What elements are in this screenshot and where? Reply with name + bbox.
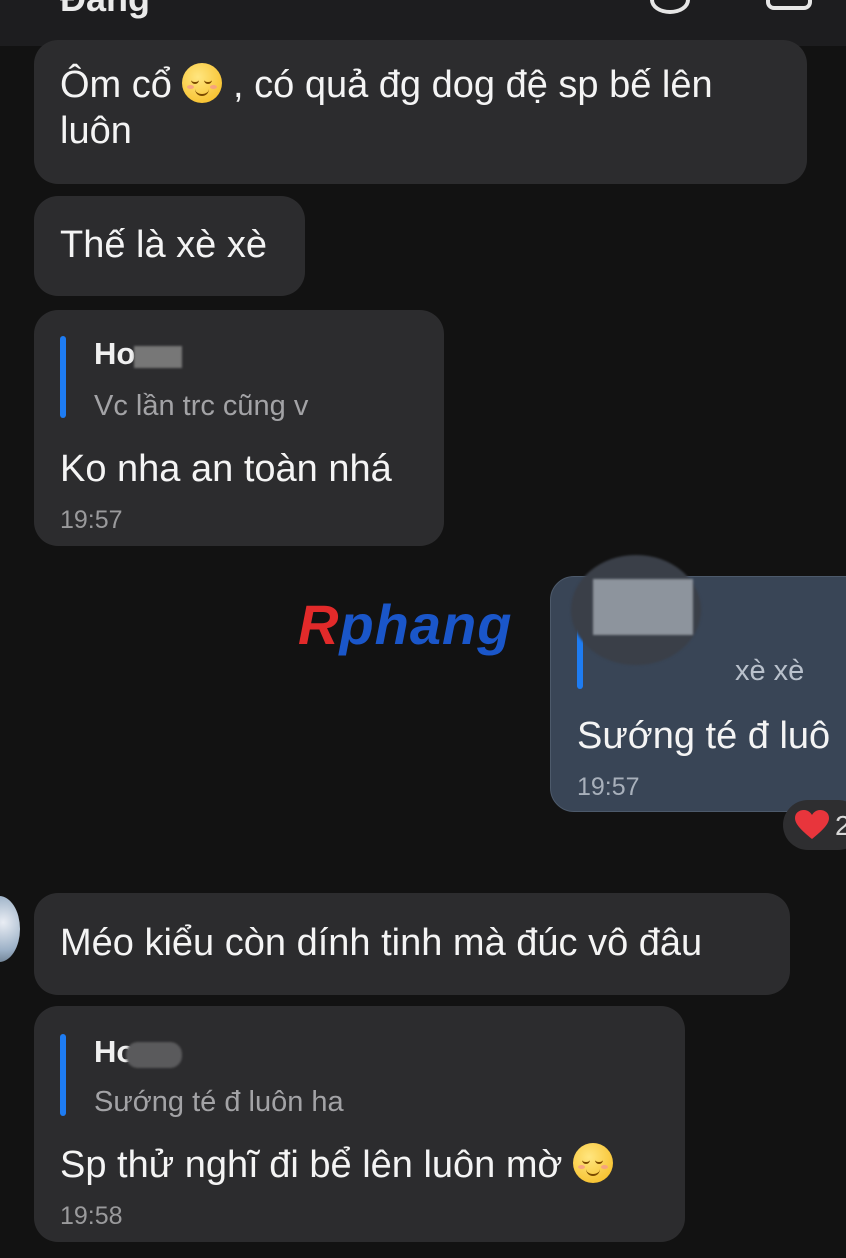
message-text-part: Sp thử nghĩ đi bể lên luôn mờ <box>60 1144 563 1186</box>
phone-icon[interactable] <box>650 0 690 14</box>
message-bubble-incoming[interactable]: Ôm cổ , có quả đg dog đệ sp bế lên luôn <box>34 40 807 184</box>
message-time: 19:58 <box>60 1202 123 1230</box>
message-text: Sp thử nghĩ đi bể lên luôn mờ <box>60 1142 614 1188</box>
avatar[interactable] <box>0 896 20 962</box>
reaction-count: 2 <box>835 810 846 841</box>
message-text: Méo kiểu còn dính tinh mà đúc vô đâu <box>60 922 703 964</box>
quote-text: Sướng té đ luôn ha <box>94 1086 344 1118</box>
quote-text: xè xè <box>735 655 805 687</box>
message-bubble-incoming[interactable]: Ho Sướng té đ luôn ha Sp thử nghĩ đi bể … <box>34 1006 685 1242</box>
message-bubble-incoming[interactable]: Ho Vc lần trc cũng v Ko nha an toàn nhá … <box>34 310 444 546</box>
message-text: Ôm cổ , có quả đg dog đệ sp bế lên luôn <box>60 62 790 154</box>
blurred-name <box>134 346 182 368</box>
message-text: Sướng té đ luô <box>577 715 831 757</box>
message-bubble-incoming[interactable]: Thế là xè xè <box>34 196 305 296</box>
watermark-rest: phang <box>339 593 513 656</box>
watermark-first-letter: R <box>298 593 340 656</box>
video-call-icon[interactable] <box>766 0 812 10</box>
reply-quote[interactable]: Ho Vc lần trc cũng v <box>60 336 420 422</box>
reaction-chip[interactable]: 2 <box>783 800 846 850</box>
message-text: Thế là xè xè <box>60 224 267 266</box>
quote-sender: Ho <box>94 336 136 371</box>
message-time: 19:57 <box>577 773 640 801</box>
quote-bar <box>60 1034 66 1116</box>
watermark-logo: Rphang <box>298 592 512 657</box>
message-bubble-outgoing[interactable]: xè xè Sướng té đ luô 19:57 <box>550 555 846 812</box>
message-time: 19:57 <box>60 506 123 534</box>
reply-quote[interactable]: Ho Sướng té đ luôn ha <box>60 1034 620 1118</box>
smiling-face-icon <box>182 63 223 103</box>
quote-text: Vc lần trc cũng v <box>94 390 309 422</box>
message-text: Ko nha an toàn nhá <box>60 448 392 490</box>
contact-name[interactable]: Đăng <box>60 0 150 20</box>
quote-bar <box>60 336 66 418</box>
blurred-name <box>126 1042 182 1068</box>
message-bubble-incoming[interactable]: Méo kiểu còn dính tinh mà đúc vô đâu <box>34 893 790 995</box>
blurred-region <box>593 579 693 635</box>
heart-icon <box>795 810 829 839</box>
message-text-part: Ôm cổ <box>60 64 172 106</box>
smiling-face-icon <box>573 1143 614 1183</box>
